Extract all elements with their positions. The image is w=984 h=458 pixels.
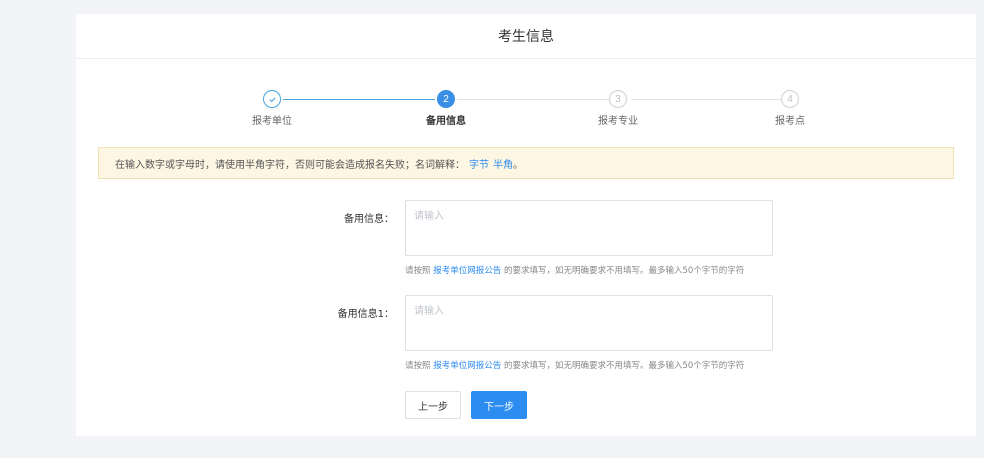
halfwidth-link[interactable]: 半角: [493, 156, 513, 171]
step-4-label: 报考点: [775, 116, 805, 127]
notice-end: 。: [513, 159, 523, 171]
step-2-number: 2: [437, 90, 455, 108]
backup-info-label: 备用信息：: [344, 214, 394, 225]
step-4-number: 4: [781, 90, 799, 108]
notice-text: 在输入数字或字母时，请使用半角字符，否则可能会造成报名失败；名词解释：: [115, 159, 465, 171]
step-2-label: 备用信息: [426, 116, 466, 127]
step-2: 2 备用信息: [406, 90, 486, 127]
backup-info-hint: 请按照 报考单位网报公告 的要求填写，如无明确要求不用填写。最多输入50个字节的…: [405, 264, 744, 276]
step-4: 4 报考点: [750, 90, 830, 127]
backup-info-input[interactable]: [405, 200, 773, 256]
backup-info-1-input[interactable]: [405, 295, 773, 351]
hint-prefix: 请按照: [405, 266, 431, 276]
next-step-button[interactable]: 下一步: [471, 391, 527, 419]
announcement-link[interactable]: 报考单位网报公告: [433, 361, 501, 371]
page-title: 考生信息: [76, 14, 976, 59]
step-3-number: 3: [609, 90, 627, 108]
student-info-card: 考生信息 报考单位 2 备用信息 3 报考专业 4 报考点 在输入数字或字母时，…: [76, 14, 976, 436]
check-icon: [263, 90, 281, 108]
hint-suffix: 的要求填写，如无明确要求不用填写。最多输入50个字节的字符: [503, 361, 745, 371]
page-title-text: 考生信息: [498, 29, 554, 45]
bytes-link[interactable]: 字节: [469, 156, 489, 171]
progress-steps: 报考单位 2 备用信息 3 报考专业 4 报考点: [76, 90, 976, 130]
step-1-label: 报考单位: [252, 116, 292, 127]
prev-step-button[interactable]: 上一步: [405, 391, 461, 419]
backup-info-1-hint: 请按照 报考单位网报公告 的要求填写，如无明确要求不用填写。最多输入50个字节的…: [405, 359, 744, 371]
step-1: 报考单位: [232, 90, 312, 127]
hint-prefix: 请按照: [405, 361, 431, 371]
step-3-label: 报考专业: [598, 116, 638, 127]
step-3: 3 报考专业: [578, 90, 658, 127]
hint-suffix: 的要求填写，如无明确要求不用填写。最多输入50个字节的字符: [503, 266, 745, 276]
announcement-link[interactable]: 报考单位网报公告: [433, 266, 501, 276]
halfwidth-notice: 在输入数字或字母时，请使用半角字符，否则可能会造成报名失败；名词解释： 字节 半…: [98, 147, 954, 179]
backup-info-1-label: 备用信息1：: [337, 309, 394, 320]
